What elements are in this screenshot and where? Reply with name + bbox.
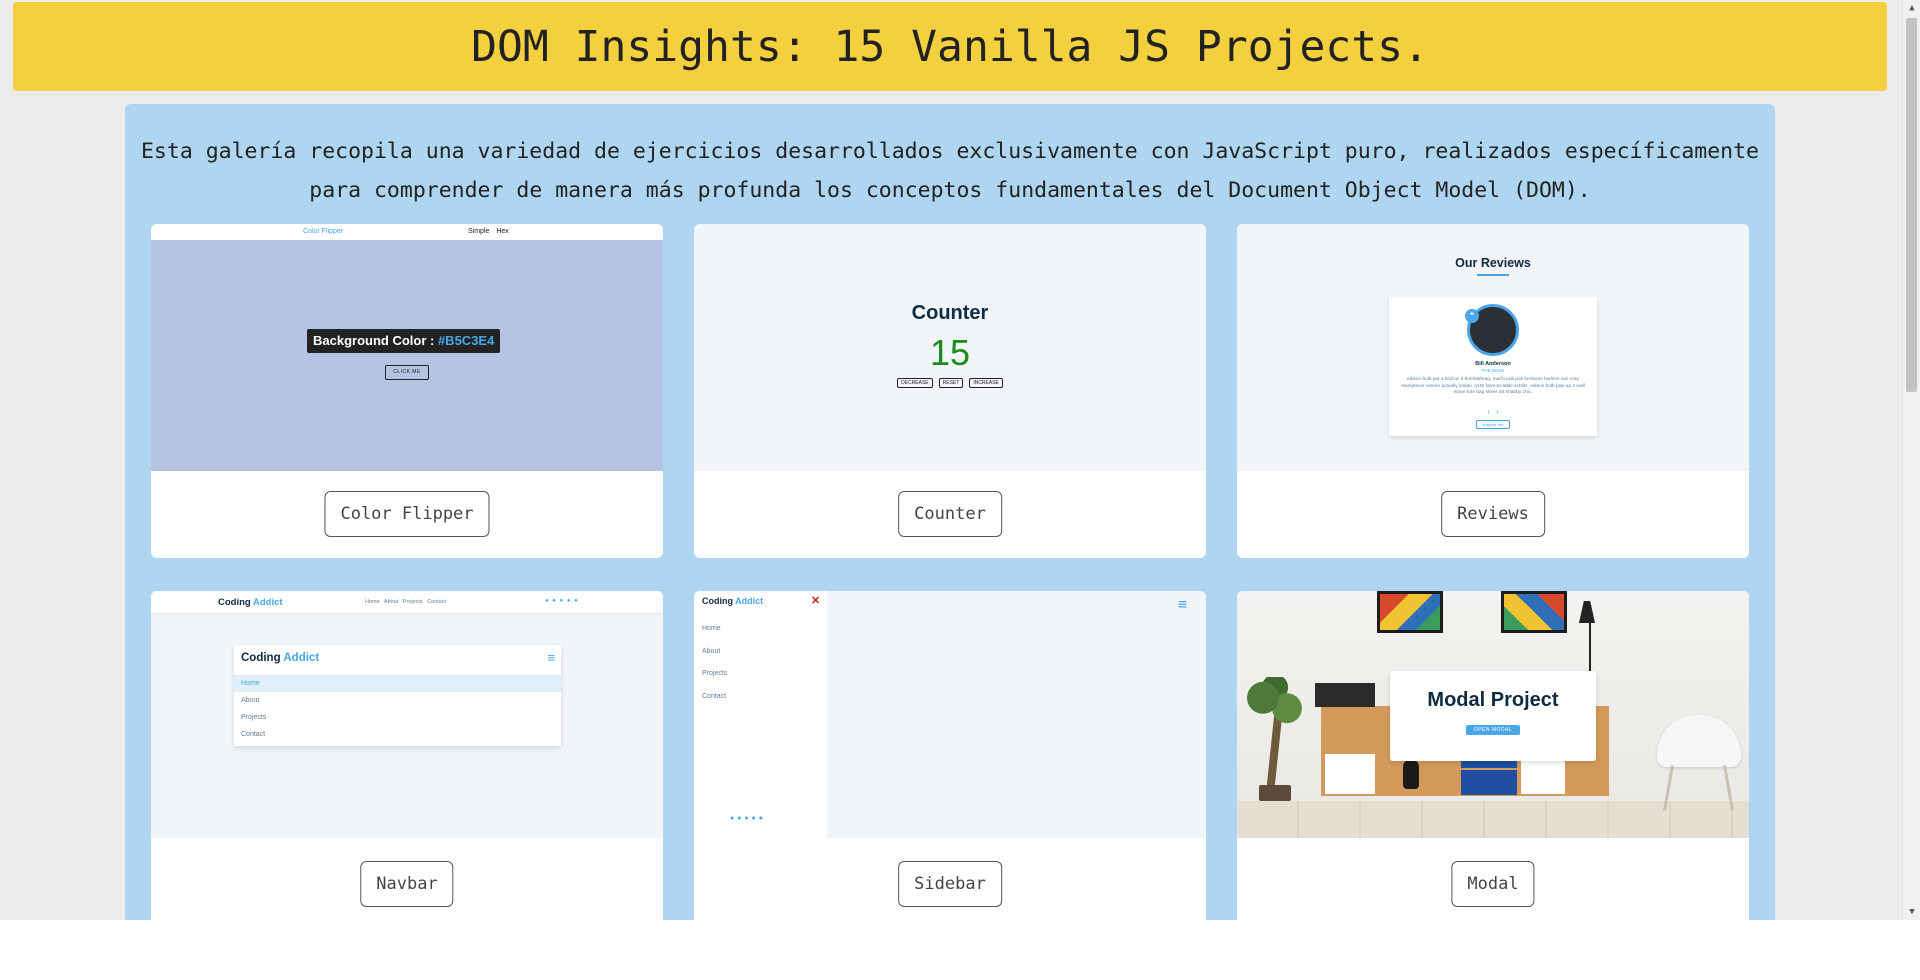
project-card-modal: Modal Project OPEN MODAL Modal (1237, 591, 1749, 920)
gallery-intro: Esta galería recopila una variedad de ej… (125, 132, 1775, 210)
social-icons: ● ● ● ● ● (545, 598, 578, 604)
project-card-color-flipper: Color Flipper Simple Hex Background Colo… (151, 224, 663, 558)
scrollbar-thumb[interactable] (1906, 18, 1917, 392)
flipper-logo: Color Flipper (303, 228, 344, 235)
project-card-reviews: Our Reviews ❝ Bill Anderson THE BOSS edi… (1237, 224, 1749, 558)
flipper-navbar: Color Flipper Simple Hex (151, 224, 663, 240)
bonsai-leaves (1245, 677, 1305, 729)
background-color-label: Background Color : #B5C3E4 (307, 329, 501, 353)
navbar-links: Home About Projects Contact (365, 599, 447, 605)
surprise-button: surprise me (1476, 420, 1510, 429)
project-card-sidebar: Coding Addict ✕ Home About Projects Cont… (694, 591, 1206, 920)
flipper-nav-links: Simple Hex (468, 228, 509, 235)
hex-value: #B5C3E4 (437, 333, 495, 348)
social-icons: ● ● ● ● ● (730, 815, 763, 822)
sidebar-item-contact: Contact (702, 693, 727, 700)
reviews-underline (1477, 274, 1509, 276)
counter-buttons: DECREASE RESET INCREASE (694, 378, 1206, 388)
navbar-mobile-menu: Coding Addict ≡ Home About Projects Cont… (234, 645, 561, 746)
counter-value: 15 (929, 332, 971, 373)
close-icon: ✕ (811, 595, 821, 607)
page-title: DOM Insights: 15 Vanilla JS Projects. (471, 21, 1429, 72)
menu-logo-accent: Addict (283, 652, 320, 664)
menu-item-contact: Contact (241, 731, 266, 738)
reset-button: RESET (938, 378, 964, 388)
vertical-scrollbar[interactable]: ▲ ▼ (1902, 0, 1920, 920)
sidebar-logo: Coding Addict (702, 596, 763, 606)
navbar-button[interactable]: Navbar (360, 861, 454, 907)
painting-right (1501, 591, 1567, 633)
decrease-button: DECREASE (897, 378, 933, 388)
color-flipper-button[interactable]: Color Flipper (324, 491, 490, 537)
label-prefix: Background Color : (313, 333, 438, 348)
bottom-blank-area (0, 920, 1920, 980)
hamburger-icon: ≡ (1178, 595, 1188, 613)
sidebar-logo-accent: Addict (735, 596, 764, 606)
reviewer-job: THE BOSS (1481, 368, 1505, 373)
project-gallery: Esta galería recopila una variedad de ej… (125, 104, 1775, 920)
review-text: edison bulb put a bird on it humblebrag,… (1401, 377, 1585, 395)
page-header: DOM Insights: 15 Vanilla JS Projects. (13, 2, 1887, 91)
menu-item-home: Home (234, 675, 561, 692)
counter-button[interactable]: Counter (898, 491, 1002, 537)
sidebar-button[interactable]: Sidebar (898, 861, 1002, 907)
page-viewport: DOM Insights: 15 Vanilla JS Projects. Es… (0, 0, 1902, 920)
scroll-down-arrow-icon[interactable]: ▼ (1903, 904, 1920, 920)
modal-box: Modal Project OPEN MODAL (1390, 671, 1596, 761)
color-flipper-preview[interactable]: Color Flipper Simple Hex Background Colo… (151, 224, 663, 471)
stereo (1315, 683, 1375, 707)
navbar-preview[interactable]: Coding Addict Home About Projects Contac… (151, 591, 663, 838)
sidebar-item-home: Home (702, 625, 721, 632)
modal-title: Modal Project (1427, 689, 1559, 711)
project-card-counter: Counter 15 DECREASE RESET INCREASE Count… (694, 224, 1206, 558)
sidebar-logo-main: Coding (702, 596, 736, 606)
reviews-title: Our Reviews (1455, 256, 1531, 270)
counter-preview[interactable]: Counter 15 DECREASE RESET INCREASE (694, 224, 1206, 471)
increase-button: INCREASE (969, 378, 1003, 388)
sidebar-preview[interactable]: Coding Addict ✕ Home About Projects Cont… (694, 591, 1206, 838)
navbar-logo: Coding Addict (218, 597, 283, 608)
menu-item-about: About (241, 697, 260, 704)
counter-title: Counter (911, 302, 989, 324)
open-modal-button: OPEN MODAL (1466, 725, 1520, 735)
intro-line-2: para comprender de manera más profunda l… (309, 178, 1591, 203)
project-card-navbar: Coding Addict Home About Projects Contac… (151, 591, 663, 920)
plant-pot (1259, 785, 1291, 801)
sidebar-item-about: About (702, 648, 721, 655)
logo-accent: Addict (253, 597, 283, 608)
reviews-button[interactable]: Reviews (1441, 491, 1545, 537)
drawer (1461, 770, 1517, 784)
navbar-top-bar: Coding Addict Home About Projects Contac… (151, 591, 663, 613)
review-card: ❝ Bill Anderson THE BOSS edison bulb put… (1389, 297, 1597, 436)
vase (1403, 759, 1419, 789)
modal-preview[interactable]: Modal Project OPEN MODAL (1237, 591, 1749, 838)
sidebar-panel: Coding Addict ✕ Home About Projects Cont… (694, 591, 827, 838)
chevron-arrows-icon: ‹ › (1487, 407, 1499, 416)
quote-icon: ❝ (1465, 309, 1479, 323)
sidebar-item-projects: Projects (702, 670, 728, 677)
menu-item-projects: Projects (241, 714, 267, 721)
hamburger-icon: ≡ (547, 650, 555, 665)
reviews-preview[interactable]: Our Reviews ❝ Bill Anderson THE BOSS edi… (1237, 224, 1749, 471)
logo-main: Coding (218, 597, 253, 608)
painting-left (1377, 591, 1443, 633)
floor (1237, 801, 1749, 838)
cabinet-door (1325, 754, 1375, 794)
modal-button[interactable]: Modal (1451, 861, 1535, 907)
intro-line-1: Esta galería recopila una variedad de ej… (140, 139, 1759, 164)
click-me-button: CLICK ME (385, 365, 429, 380)
reviewer-name: Bill Anderson (1475, 361, 1511, 367)
menu-logo-main: Coding (241, 652, 284, 664)
menu-logo: Coding Addict (241, 652, 319, 664)
drawer (1461, 784, 1517, 795)
scroll-up-arrow-icon[interactable]: ▲ (1903, 0, 1920, 16)
